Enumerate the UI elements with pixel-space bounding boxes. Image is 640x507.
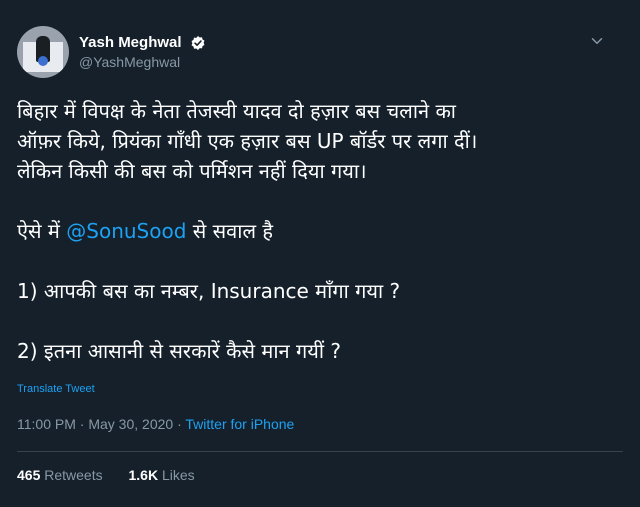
avatar[interactable] [17, 26, 69, 78]
mention-link[interactable]: @SonuSood [66, 219, 186, 243]
meta-separator: · [75, 416, 89, 432]
likes-stat[interactable]: 1.6K Likes [129, 467, 195, 483]
likes-count: 1.6K [128, 467, 159, 483]
tweet-text-segment: से सवाल है [186, 219, 274, 243]
author-handle[interactable]: @YashMeghwal [79, 54, 206, 70]
tweet-header: Yash Meghwal @YashMeghwal [17, 26, 620, 86]
divider [17, 451, 623, 452]
tweet-text-segment: ऐसे में [17, 219, 67, 243]
translate-tweet-link[interactable]: Translate Tweet [17, 383, 95, 395]
retweets-stat[interactable]: 465 Retweets [17, 467, 103, 483]
author-display-name[interactable]: Yash Meghwal [79, 34, 182, 51]
tweet-question-1: 1) आपकी बस का नम्बर, Insurance माँगा गया… [17, 279, 401, 303]
tweet-time[interactable]: 11:00 PM [17, 416, 76, 432]
likes-label: Likes [161, 467, 195, 483]
tweet-meta: 11:00 PM · May 30, 2020 · Twitter for iP… [17, 416, 294, 432]
chevron-down-icon[interactable] [588, 32, 606, 50]
tweet-date[interactable]: May 30, 2020 [88, 416, 173, 432]
tweet-text: बिहार में विपक्ष के नेता तेजस्वी यादव दो… [17, 96, 627, 366]
tweet-line: ऑफ़र किये, प्रियंका गाँधी एक हज़ार बस UP… [17, 129, 478, 153]
verified-badge-icon [191, 35, 205, 50]
tweet-line: लेकिन किसी की बस को पर्मिशन नहीं दिया गय… [17, 159, 367, 183]
meta-separator: · [173, 416, 186, 432]
retweets-label: Retweets [44, 467, 103, 483]
tweet-line: बिहार में विपक्ष के नेता तेजस्वी यादव दो… [17, 99, 456, 123]
tweet-card: Yash Meghwal @YashMeghwal बिहार में विपक… [0, 0, 640, 507]
retweets-count: 465 [17, 467, 41, 483]
tweet-line-mention: ऐसे में @SonuSood से सवाल है [17, 216, 627, 246]
tweet-stats: 465 Retweets 1.6K Likes [17, 467, 217, 483]
tweet-question-2: 2) इतना आसानी से सरकारें कैसे मान गयीं ? [17, 339, 342, 363]
author-names: Yash Meghwal @YashMeghwal [79, 32, 206, 70]
tweet-source-link[interactable]: Twitter for iPhone [185, 416, 294, 432]
